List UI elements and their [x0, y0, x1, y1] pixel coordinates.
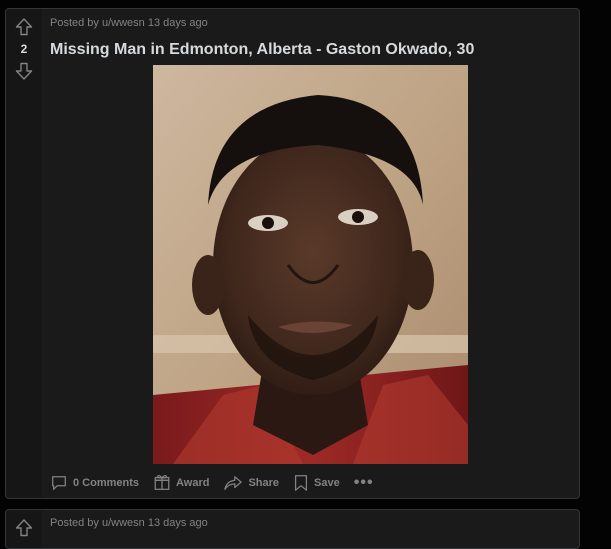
post-title[interactable]: Missing Man in Edmonton, Alberta - Gasto…: [50, 41, 474, 59]
next-post-card[interactable]: Posted by u/wwesn 13 days ago: [5, 509, 580, 549]
vote-column: [6, 510, 42, 548]
save-button[interactable]: Save: [293, 474, 340, 492]
share-label: Share: [248, 477, 280, 489]
post-meta[interactable]: Posted by u/wwesn 13 days ago: [50, 17, 208, 29]
post-meta[interactable]: Posted by u/wwesn 13 days ago: [50, 517, 208, 529]
comment-icon: [52, 476, 66, 490]
vote-column: 2: [6, 9, 42, 498]
post-image[interactable]: [153, 65, 468, 464]
downvote-arrow-icon[interactable]: [14, 61, 34, 81]
award-label: Award: [176, 477, 210, 489]
post-card[interactable]: 2 Posted by u/wwesn 13 days ago Missing …: [5, 8, 580, 499]
portrait-photo: [153, 65, 468, 464]
award-icon: [154, 475, 170, 490]
post-actions: 0 Comments Award Share Save •••: [50, 471, 374, 495]
comments-label: 0 Comments: [73, 477, 140, 489]
vote-count: 2: [20, 42, 28, 56]
more-options-icon[interactable]: •••: [354, 474, 374, 492]
share-icon: [224, 476, 243, 490]
share-button[interactable]: Share: [223, 474, 279, 492]
upvote-arrow-icon[interactable]: [14, 17, 34, 37]
comments-button[interactable]: 0 Comments: [50, 474, 139, 492]
save-bookmark-icon: [295, 475, 308, 491]
save-label: Save: [314, 477, 340, 489]
upvote-arrow-icon[interactable]: [14, 518, 34, 538]
award-button[interactable]: Award: [153, 474, 209, 492]
